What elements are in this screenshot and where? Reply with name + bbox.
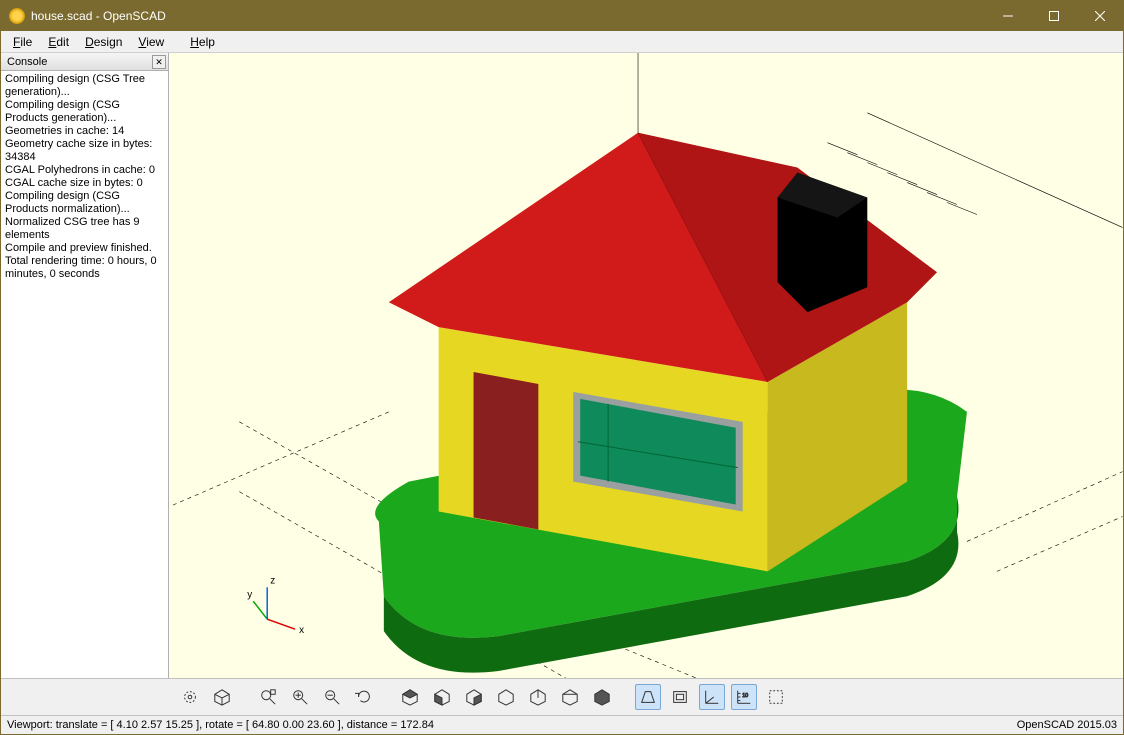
console-close-button[interactable]: ✕: [152, 55, 166, 69]
maximize-button[interactable]: [1031, 1, 1077, 31]
scene-svg: x y z: [169, 53, 1123, 678]
window-title: house.scad - OpenSCAD: [31, 9, 985, 23]
reset-view-icon[interactable]: [351, 684, 377, 710]
perspective-icon[interactable]: [635, 684, 661, 710]
view-front-icon[interactable]: [525, 684, 551, 710]
show-scale-markers-icon[interactable]: 10: [731, 684, 757, 710]
zoom-out-icon[interactable]: [319, 684, 345, 710]
minimize-button[interactable]: [985, 1, 1031, 31]
svg-text:10: 10: [742, 693, 748, 699]
svg-text:z: z: [270, 575, 275, 586]
view-right-icon[interactable]: [397, 684, 423, 710]
orthogonal-icon[interactable]: [667, 684, 693, 710]
view-toolbar: 10: [1, 678, 1123, 716]
status-viewport: Viewport: translate = [ 4.10 2.57 15.25 …: [7, 719, 1017, 731]
menu-design[interactable]: Design: [77, 33, 130, 51]
view-back-icon[interactable]: [557, 684, 583, 710]
preview-icon[interactable]: [177, 684, 203, 710]
view-bottom-icon[interactable]: [461, 684, 487, 710]
menu-view[interactable]: View: [130, 33, 172, 51]
status-bar: Viewport: translate = [ 4.10 2.57 15.25 …: [1, 716, 1123, 734]
zoom-all-icon[interactable]: [255, 684, 281, 710]
status-version: OpenSCAD 2015.03: [1017, 719, 1117, 731]
zoom-in-icon[interactable]: [287, 684, 313, 710]
console-header: Console ✕: [1, 53, 168, 71]
menu-edit[interactable]: Edit: [40, 33, 77, 51]
render-icon[interactable]: [209, 684, 235, 710]
menu-bar: File Edit Design View Help: [1, 31, 1123, 53]
show-edges-icon[interactable]: [763, 684, 789, 710]
app-icon: [9, 8, 25, 24]
view-left-icon[interactable]: [493, 684, 519, 710]
svg-text:x: x: [299, 625, 304, 636]
axis-gizmo: x y z: [247, 575, 304, 636]
menu-file[interactable]: File: [5, 33, 40, 51]
menu-help[interactable]: Help: [182, 33, 223, 51]
view-diagonal-icon[interactable]: [589, 684, 615, 710]
title-bar: house.scad - OpenSCAD: [1, 1, 1123, 31]
house: [389, 133, 937, 572]
console-output[interactable]: Compiling design (CSG Tree generation)..…: [1, 71, 168, 678]
main-area: Console ✕ Compiling design (CSG Tree gen…: [1, 53, 1123, 678]
console-panel: Console ✕ Compiling design (CSG Tree gen…: [1, 53, 169, 678]
svg-text:y: y: [247, 589, 252, 600]
console-title: Console: [7, 56, 152, 68]
close-button[interactable]: [1077, 1, 1123, 31]
viewport-3d[interactable]: x y z: [169, 53, 1123, 678]
show-axes-icon[interactable]: [699, 684, 725, 710]
view-top-icon[interactable]: [429, 684, 455, 710]
